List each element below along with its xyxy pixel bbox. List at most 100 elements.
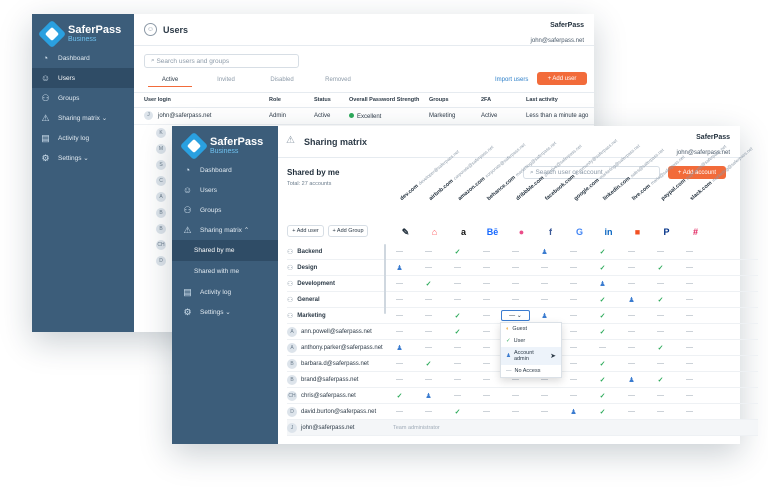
sidebar-item-settings[interactable]: ⚙ Settings ⌄ (32, 148, 134, 168)
access-cell[interactable]: — (617, 248, 646, 255)
access-cell[interactable]: ✓ (646, 264, 675, 272)
tab-invited[interactable]: Invited (204, 77, 248, 83)
tab-disabled[interactable]: Disabled (260, 77, 304, 83)
dev-logo-icon[interactable]: ✎ (391, 227, 420, 238)
access-cell[interactable]: — (385, 408, 414, 415)
access-cell[interactable]: — (414, 328, 443, 335)
access-cell[interactable]: — (501, 408, 530, 415)
access-cell[interactable]: — (675, 408, 704, 415)
access-cell[interactable]: — (675, 312, 704, 319)
user-row[interactable]: Ddavid.burton@saferpass.net — — ✓ — — — ♟ ✓ — — — (287, 404, 758, 420)
tab-active[interactable]: Active (148, 77, 192, 87)
access-cell[interactable]: — (501, 296, 530, 303)
access-cell[interactable]: — (530, 408, 559, 415)
access-cell[interactable]: — (617, 408, 646, 415)
access-cell[interactable]: — (385, 360, 414, 367)
access-cell[interactable]: — (501, 280, 530, 287)
access-cell[interactable]: — (472, 248, 501, 255)
access-cell[interactable]: — (443, 376, 472, 383)
access-cell[interactable]: — (675, 296, 704, 303)
airbnb-logo-icon[interactable]: ⌂ (420, 227, 449, 237)
access-cell[interactable]: — (675, 280, 704, 287)
access-cell[interactable]: — (646, 360, 675, 367)
access-cell[interactable]: — (530, 280, 559, 287)
access-cell[interactable]: — (414, 376, 443, 383)
sidebar-item-users[interactable]: ☺ Users (32, 68, 134, 88)
access-cell[interactable]: — (385, 296, 414, 303)
facebook-logo-icon[interactable]: f (536, 227, 565, 237)
access-cell[interactable]: ♟ (414, 392, 443, 400)
dropdown-option-account-admin[interactable]: ♟ Account admin ➤ (501, 347, 561, 365)
access-cell[interactable]: — (385, 376, 414, 383)
access-cell[interactable]: ♟ (617, 376, 646, 384)
access-cell[interactable]: — (559, 264, 588, 271)
access-cell[interactable]: — (559, 392, 588, 399)
account-email[interactable]: john@saferpass.net (531, 38, 584, 44)
access-cell[interactable]: — (472, 328, 501, 335)
access-cell[interactable]: — (530, 264, 559, 271)
users-search-input[interactable]: ⌕ Search users and groups (144, 54, 299, 68)
access-cell[interactable]: ✓ (588, 296, 617, 304)
access-cell[interactable]: ✓ (414, 280, 443, 288)
access-cell[interactable]: ✓ (588, 392, 617, 400)
access-cell[interactable]: — (501, 248, 530, 255)
access-cell[interactable]: — (675, 344, 704, 351)
access-cell[interactable]: — (675, 328, 704, 335)
sidebar-item-groups[interactable]: ⚇ Groups (32, 88, 134, 108)
access-cell[interactable]: ✓ (646, 344, 675, 352)
access-cell[interactable]: — (472, 360, 501, 367)
access-cell[interactable]: — (443, 280, 472, 287)
sidebar-item-groups[interactable]: ⚇ Groups (172, 200, 278, 220)
sidebar-item-activity-log[interactable]: ▤ Activity log (32, 128, 134, 148)
access-cell[interactable]: — (501, 392, 530, 399)
sidebar-item-dashboard[interactable]: ◔ Dashboard (172, 160, 278, 180)
access-cell[interactable]: — (443, 264, 472, 271)
access-cell[interactable]: — (385, 248, 414, 255)
group-row[interactable]: ⚇ Design ♟ — — — — — — ✓ — ✓ — (287, 260, 758, 276)
amazon-logo-icon[interactable]: a (449, 227, 478, 237)
access-cell[interactable]: — (617, 264, 646, 271)
access-cell[interactable]: — (559, 296, 588, 303)
access-cell[interactable]: — (646, 408, 675, 415)
access-cell[interactable]: — (501, 264, 530, 271)
access-cell[interactable]: — (472, 280, 501, 287)
access-cell[interactable]: — (530, 296, 559, 303)
access-cell[interactable]: ♟ (385, 264, 414, 272)
add-user-button[interactable]: + Add user (537, 72, 587, 85)
access-cell[interactable]: ✓ (646, 376, 675, 384)
access-cell[interactable]: — (559, 248, 588, 255)
access-cell[interactable]: — (617, 360, 646, 367)
access-cell[interactable]: ♟ (530, 312, 559, 320)
access-cell[interactable]: ✓ (588, 248, 617, 256)
access-cell[interactable]: — (414, 296, 443, 303)
access-cell[interactable]: — (443, 360, 472, 367)
access-cell[interactable]: ✓ (443, 408, 472, 416)
access-cell[interactable]: — (617, 392, 646, 399)
access-cell[interactable]: — (472, 296, 501, 303)
access-cell[interactable]: — (646, 280, 675, 287)
sidebar-item-settings[interactable]: ⚙ Settings ⌄ (172, 302, 278, 322)
access-cell[interactable]: — (559, 344, 588, 351)
access-cell[interactable]: — (559, 328, 588, 335)
user-row[interactable]: CH chris@saferpass.net ✓ ♟ — — — — — ✓ — — — (287, 388, 758, 404)
access-cell[interactable]: — (675, 376, 704, 383)
access-cell[interactable]: — (646, 392, 675, 399)
access-cell[interactable]: — (617, 344, 646, 351)
access-select[interactable]: — ⌄ (501, 310, 530, 321)
access-cell[interactable]: ✓ (385, 392, 414, 400)
access-dropdown[interactable]: ◐ Guest ✓ User ♟ Account admin ➤ — No Access (500, 322, 562, 378)
sidebar-item-activity-log[interactable]: ▤ Activity log (172, 282, 278, 302)
user-row[interactable]: Jjohn@saferpass.net Team administrator (287, 420, 758, 436)
access-cell[interactable]: — (385, 312, 414, 319)
group-row[interactable]: ⚇ Development — ✓ — — — — — ♟ — — — (287, 276, 758, 292)
access-cell[interactable]: — (472, 264, 501, 271)
access-cell[interactable]: ♟ (559, 408, 588, 416)
access-cell[interactable]: — (414, 248, 443, 255)
access-cell[interactable]: — (646, 312, 675, 319)
access-cell[interactable]: — (414, 344, 443, 351)
access-cell[interactable]: — (559, 312, 588, 319)
live-logo-icon[interactable]: ■ (623, 227, 652, 237)
access-cell[interactable]: ♟ (530, 248, 559, 256)
access-cell[interactable]: — (443, 392, 472, 399)
access-cell[interactable]: — (559, 376, 588, 383)
